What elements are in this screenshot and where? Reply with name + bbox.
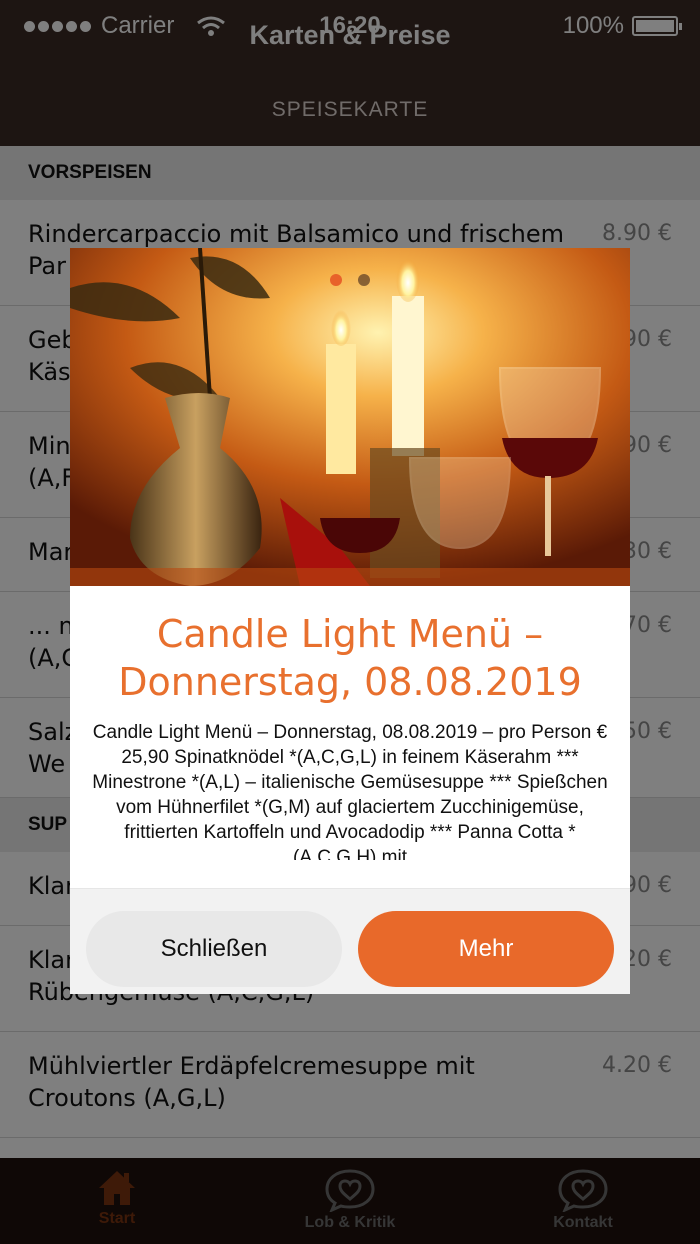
more-button[interactable]: Mehr: [358, 911, 614, 987]
image-pager[interactable]: [70, 274, 630, 286]
pager-dot[interactable]: [358, 274, 370, 286]
modal-title: Candle Light Menü – Donnerstag, 08.08.20…: [118, 612, 582, 704]
modal-body: Candle Light Menü – Donnerstag, 08.08.20…: [92, 722, 608, 860]
promo-modal: Candle Light Menü – Donnerstag, 08.08.20…: [70, 248, 630, 994]
candle-dinner-image: [70, 248, 630, 586]
promo-image[interactable]: [70, 248, 630, 586]
modal-actions: Schließen Mehr: [70, 888, 630, 994]
pager-dot-active[interactable]: [330, 274, 342, 286]
close-button[interactable]: Schließen: [86, 911, 342, 987]
